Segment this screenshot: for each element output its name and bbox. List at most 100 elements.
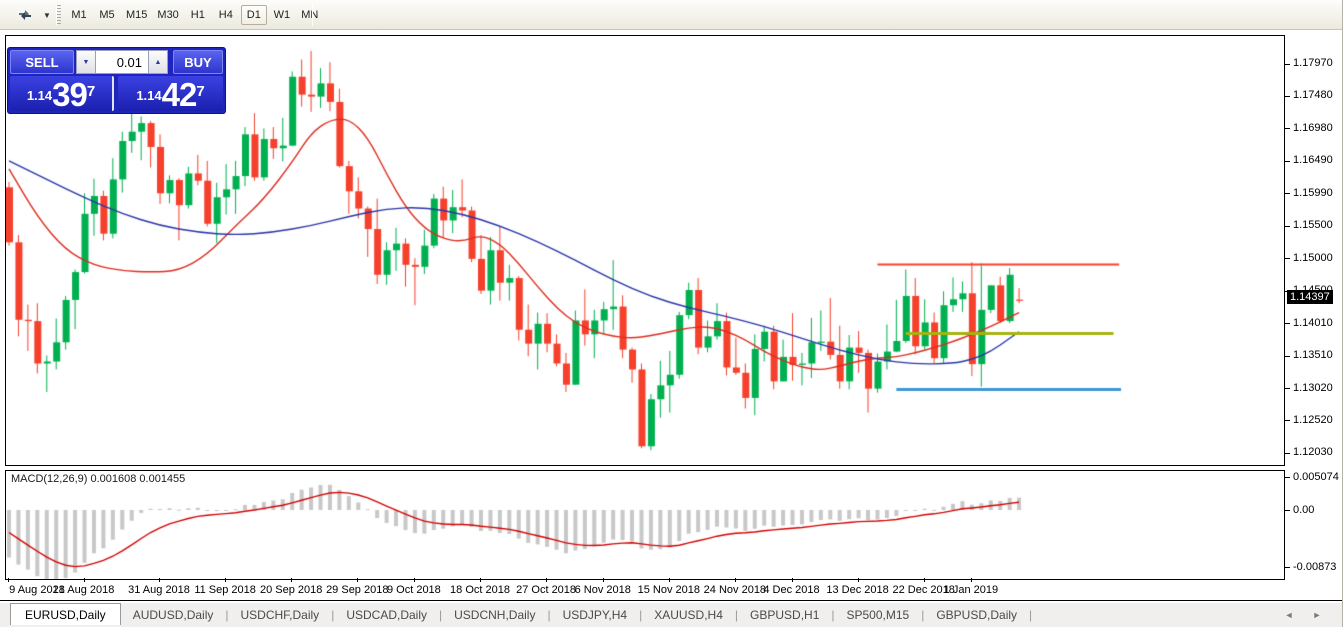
- tab-xauusd-h4[interactable]: XAUUSD,H4: [642, 608, 735, 622]
- timeframe-buttons: M1M5M15M30H1H4D1W1MN: [66, 5, 325, 25]
- timeframe-button-m15[interactable]: M15: [122, 5, 151, 25]
- tab-usdjpy-h4[interactable]: USDJPY,H4: [551, 608, 639, 622]
- price-tick-mark: [1285, 161, 1290, 162]
- date-tick-mark: [84, 578, 85, 582]
- date-tick-mark: [735, 578, 736, 582]
- price-tick-mark: [1285, 420, 1290, 421]
- tab-sp500-m15[interactable]: SP500,M15: [835, 608, 922, 622]
- date-tick-label: 15 Nov 2018: [634, 584, 704, 596]
- price-tick-label: 1.15500: [1293, 219, 1333, 231]
- date-tick-label: 9 Oct 2018: [379, 584, 449, 596]
- tabbar-scroll-left-icon[interactable]: ◄: [1282, 608, 1296, 622]
- tab-usdcnh-daily[interactable]: USDCNH,Daily: [442, 608, 547, 622]
- macd-tick-mark: [1285, 567, 1290, 568]
- timeframes-toolbar: ▼ M1M5M15M30H1H4D1W1MN: [0, 0, 1343, 30]
- timeframe-button-d1[interactable]: D1: [241, 5, 267, 25]
- symbol-tool-icon[interactable]: [10, 4, 40, 26]
- timeframe-button-w1[interactable]: W1: [269, 5, 295, 25]
- sell-price-button[interactable]: 1.14 39 7: [10, 76, 114, 111]
- price-tick-mark: [1285, 96, 1290, 97]
- price-tick-mark: [1285, 193, 1290, 194]
- sell-button[interactable]: SELL: [10, 50, 74, 74]
- price-tick-label: 1.16490: [1293, 154, 1333, 166]
- chart-tabbar: EURUSD,Daily AUDUSD,Daily|USDCHF,Daily|U…: [0, 603, 1343, 627]
- price-tick-label: 1.12030: [1293, 446, 1333, 458]
- volume-decrease-button[interactable]: ▼: [76, 50, 96, 74]
- price-tick-label: 1.17480: [1293, 89, 1333, 101]
- volume-increase-button[interactable]: ▲: [148, 50, 168, 74]
- macd-tick-label: 0.00: [1293, 504, 1314, 516]
- tab-audusd-daily[interactable]: AUDUSD,Daily: [121, 608, 226, 622]
- sell-price-pip: 7: [87, 77, 95, 107]
- timeframe-button-m30[interactable]: M30: [153, 5, 182, 25]
- date-tick-mark: [414, 578, 415, 582]
- sell-price-prefix: 1.14: [27, 81, 52, 111]
- date-tick-label: 1 Jan 2019: [936, 584, 1006, 596]
- date-tick-mark: [546, 578, 547, 582]
- timeframe-button-h1[interactable]: H1: [185, 5, 211, 25]
- price-tick-label: 1.14010: [1293, 317, 1333, 329]
- price-tick-mark: [1285, 453, 1290, 454]
- price-tick-mark: [1285, 128, 1290, 129]
- volume-input[interactable]: [96, 50, 148, 74]
- sell-price-big: 39: [52, 78, 87, 111]
- price-tick-label: 1.12520: [1293, 414, 1333, 426]
- macd-tick-mark: [1285, 510, 1290, 511]
- date-tick-label: 31 Aug 2018: [124, 584, 194, 596]
- tabbar-scroll-right-icon[interactable]: ►: [1310, 608, 1324, 622]
- macd-indicator-pane[interactable]: [5, 470, 1285, 580]
- macd-tick-label: 0.005074: [1293, 471, 1339, 483]
- macd-tick-label: -0.00873: [1293, 561, 1336, 573]
- price-tick-mark: [1285, 64, 1290, 65]
- timeframe-button-m1[interactable]: M1: [66, 5, 92, 25]
- price-tick-label: 1.17970: [1293, 57, 1333, 69]
- tab-usdcad-daily[interactable]: USDCAD,Daily: [334, 608, 439, 622]
- date-tick-label: 13 Dec 2018: [823, 584, 893, 596]
- date-tick-mark: [669, 578, 670, 582]
- date-tick-label: 18 Oct 2018: [445, 584, 515, 596]
- price-tick-mark: [1285, 258, 1290, 259]
- date-tick-mark: [792, 578, 793, 582]
- tab-usdchf-daily[interactable]: USDCHF,Daily: [229, 608, 332, 622]
- date-tick-mark: [159, 578, 160, 582]
- date-tick-mark: [357, 578, 358, 582]
- tab-gbpusd-h1[interactable]: GBPUSD,H1: [738, 608, 831, 622]
- tab-separator: |: [1029, 608, 1032, 622]
- one-click-trade-panel: SELL ▼ ▲ BUY 1.14 39 7 1.14 42 7: [8, 48, 225, 113]
- toolbar-dropdown-caret[interactable]: ▼: [40, 4, 54, 26]
- timeframe-button-m5[interactable]: M5: [94, 5, 120, 25]
- macd-indicator-label: MACD(12,26,9) 0.001608 0.001455: [11, 473, 185, 485]
- macd-canvas[interactable]: [6, 471, 1284, 579]
- price-axis: 1.179701.174801.169801.164901.159901.155…: [1285, 30, 1343, 580]
- toolbar-drag-handle[interactable]: [56, 5, 61, 25]
- date-tick-mark: [480, 578, 481, 582]
- buy-button[interactable]: BUY: [173, 50, 223, 74]
- date-tick-mark: [924, 578, 925, 582]
- price-tick-label: 1.13510: [1293, 349, 1333, 361]
- date-axis: 9 Aug 201821 Aug 201831 Aug 201811 Sep 2…: [0, 580, 1343, 600]
- date-tick-mark: [291, 578, 292, 582]
- date-tick-mark: [603, 578, 604, 582]
- price-tick-mark: [1285, 388, 1290, 389]
- buy-price-prefix: 1.14: [136, 81, 161, 111]
- price-tick-mark: [1285, 226, 1290, 227]
- buy-price-pip: 7: [196, 77, 204, 107]
- current-price-badge: 1.14397: [1287, 290, 1333, 304]
- date-tick-mark: [8, 578, 9, 582]
- date-tick-label: 4 Dec 2018: [757, 584, 827, 596]
- toolbar-separator: [312, 4, 313, 26]
- date-tick-label: 20 Sep 2018: [256, 584, 326, 596]
- date-tick-mark: [971, 578, 972, 582]
- tab-eurusd-daily-active[interactable]: EURUSD,Daily: [10, 603, 121, 625]
- timeframe-button-h4[interactable]: H4: [213, 5, 239, 25]
- date-tick-mark: [225, 578, 226, 582]
- price-tick-label: 1.15000: [1293, 252, 1333, 264]
- timeframe-button-mn[interactable]: MN: [297, 5, 323, 25]
- price-tick-label: 1.13020: [1293, 382, 1333, 394]
- tab-gbpusd-daily[interactable]: GBPUSD,Daily: [924, 608, 1029, 622]
- chart-bottom-border: [0, 600, 1343, 601]
- buy-price-big: 42: [162, 78, 197, 111]
- double-arrow-icon: [17, 8, 33, 22]
- buy-price-button[interactable]: 1.14 42 7: [118, 76, 223, 111]
- price-tick-label: 1.15990: [1293, 187, 1333, 199]
